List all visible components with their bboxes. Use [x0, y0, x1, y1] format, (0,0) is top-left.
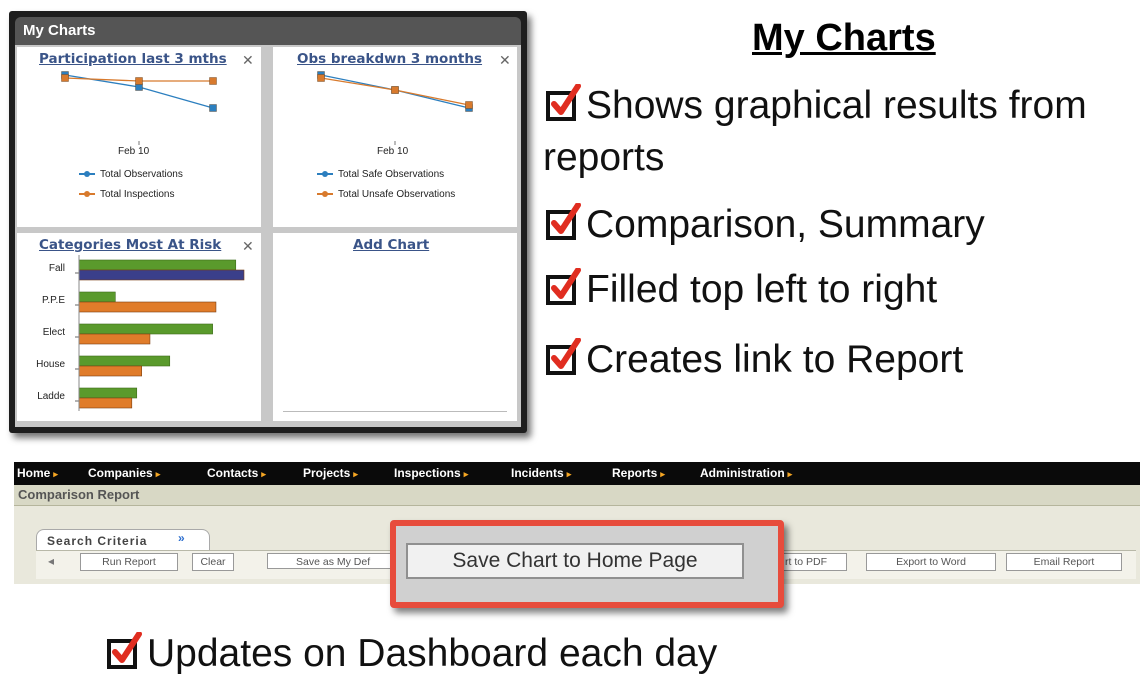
checkbox-checked-icon — [546, 338, 581, 375]
nav-item-reports[interactable]: Reports ▸ — [612, 466, 665, 480]
bar-series-2 — [78, 269, 245, 281]
data-point — [61, 74, 69, 82]
legend-marker — [79, 170, 95, 178]
bullet-text: Updates on Dashboard each day — [147, 632, 718, 675]
search-criteria-label: Search Criteria — [47, 534, 148, 548]
back-arrow-icon[interactable]: ◂ — [48, 554, 54, 568]
checkbox-checked-icon — [546, 203, 581, 240]
checkbox-checked-icon — [107, 632, 142, 669]
legend-marker — [317, 190, 333, 198]
legend-item: Total Unsafe Observations — [317, 189, 455, 200]
bar-series-2 — [78, 301, 217, 313]
obs-breakdown-line-chart — [317, 71, 473, 145]
widget-participation: Participation last 3 mths ✕ Feb 10 Total… — [17, 47, 261, 227]
panel-title: My Charts — [15, 17, 521, 45]
bar-series-1 — [78, 323, 213, 335]
widget-categories: Categories Most At Risk ✕ Fall P.P.E Ele… — [17, 233, 261, 421]
participation-line-chart — [61, 71, 217, 145]
bullet-text: Comparison, Summary — [586, 203, 985, 246]
save-as-default-button[interactable]: Save as My Def — [267, 553, 397, 569]
my-charts-panel: My Charts Participation last 3 mths ✕ Fe… — [9, 11, 527, 433]
nav-item-inspections[interactable]: Inspections ▸ — [394, 466, 468, 480]
close-icon[interactable]: ✕ — [242, 52, 254, 69]
nav-item-incidents[interactable]: Incidents ▸ — [511, 466, 571, 480]
nav-item-companies[interactable]: Companies ▸ — [88, 466, 160, 480]
legend-marker — [79, 190, 95, 198]
divider — [283, 411, 507, 412]
save-chart-to-home-page-button[interactable]: Save Chart to Home Page — [406, 543, 744, 579]
nav-item-home[interactable]: Home ▸ — [17, 466, 58, 480]
legend-item: Total Inspections — [79, 189, 175, 200]
bullet-item: Creates link to Report — [545, 338, 963, 382]
data-point — [317, 74, 325, 82]
search-criteria-tab[interactable]: Search Criteria » — [36, 529, 210, 552]
widget-obs-breakdown-title[interactable]: Obs breakdwn 3 months — [297, 51, 482, 67]
legend-marker — [317, 170, 333, 178]
data-point — [135, 77, 143, 85]
legend-label: Total Observations — [100, 169, 183, 180]
bullet-text: Shows graphical results from — [586, 84, 1087, 127]
data-point — [391, 86, 399, 94]
bullet-item: Shows graphical results from — [545, 84, 1087, 128]
legend-item: Total Observations — [79, 169, 183, 180]
legend-label: Total Unsafe Observations — [338, 189, 456, 200]
bullet-continuation: reports — [543, 136, 665, 179]
bar-series-1 — [78, 355, 171, 367]
legend-label: Total Safe Observations — [338, 169, 445, 180]
nav-item-administration[interactable]: Administration ▸ — [700, 466, 792, 480]
bullet-text: Filled top left to right — [586, 268, 938, 311]
bar-series-1 — [78, 291, 116, 303]
bar-series-2 — [78, 397, 133, 409]
bullet-item: Filled top left to right — [545, 268, 937, 312]
categories-bar-chart — [75, 255, 245, 411]
data-point — [209, 104, 217, 112]
nav-item-projects[interactable]: Projects ▸ — [303, 466, 358, 480]
x-tick-label: Feb 10 — [118, 146, 150, 157]
close-icon[interactable]: ✕ — [499, 52, 511, 69]
run-report-button[interactable]: Run Report — [80, 553, 178, 571]
bar-series-2 — [78, 365, 143, 377]
legend-item: Total Safe Observations — [317, 169, 444, 180]
data-point — [209, 77, 217, 85]
clear-button[interactable]: Clear — [192, 553, 234, 571]
save-chart-callout: Save Chart to Home Page — [390, 520, 784, 608]
bullet-item: Updates on Dashboard each day — [106, 632, 717, 676]
bar-series-1 — [78, 259, 237, 271]
page-title-bar: Comparison Report — [14, 485, 1140, 506]
add-chart-link[interactable]: Add Chart — [353, 237, 429, 253]
page-title: Comparison Report — [18, 487, 140, 502]
checkbox-checked-icon — [546, 268, 581, 305]
widget-obs-breakdown: Obs breakdwn 3 months ✕ Feb 10 Total Saf… — [273, 47, 517, 227]
chevron-down-icon[interactable]: » — [178, 531, 185, 545]
widget-add-chart: Add Chart — [273, 233, 517, 421]
x-tick-label: Feb 10 — [377, 146, 409, 157]
email-report-button[interactable]: Email Report — [1006, 553, 1122, 571]
page-heading: My Charts — [752, 17, 936, 59]
legend-label: Total Inspections — [100, 189, 175, 200]
nav-item-contacts[interactable]: Contacts ▸ — [207, 466, 266, 480]
bar-series-1 — [78, 387, 138, 399]
top-nav-bar: Home ▸ Companies ▸ Contacts ▸ Projects ▸ Ins… — [14, 462, 1140, 485]
checkbox-checked-icon — [546, 84, 581, 121]
data-point — [465, 101, 473, 109]
bullet-text: Creates link to Report — [586, 338, 964, 381]
export-word-button[interactable]: Export to Word — [866, 553, 996, 571]
bullet-item: Comparison, Summary — [545, 203, 985, 247]
widget-participation-title[interactable]: Participation last 3 mths — [39, 51, 227, 67]
bar-series-2 — [78, 333, 151, 345]
panel-body: Participation last 3 mths ✕ Feb 10 Total… — [15, 45, 521, 427]
